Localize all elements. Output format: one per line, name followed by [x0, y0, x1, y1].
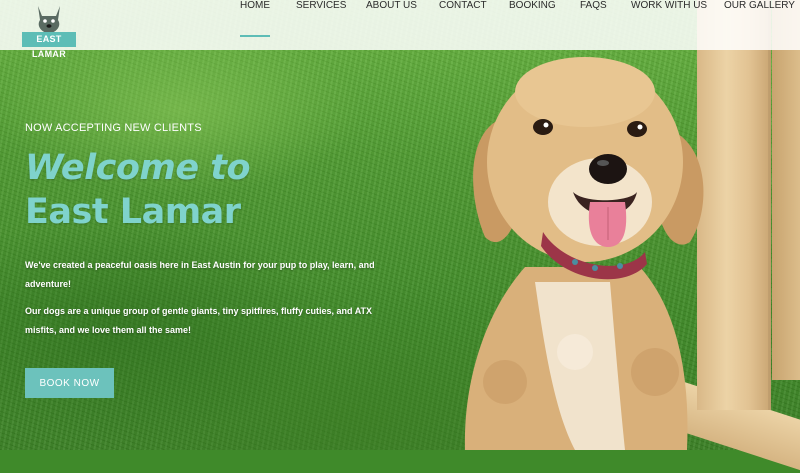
- nav-item-contact[interactable]: CONTACT: [439, 0, 487, 50]
- site-logo[interactable]: EAST LAMAR: [22, 2, 76, 59]
- nav-item-booking[interactable]: BOOKING: [509, 0, 556, 50]
- hero-headline-line1: Welcome to: [25, 148, 251, 188]
- hero-paragraph-1: We've created a peaceful oasis here in E…: [25, 260, 375, 289]
- nav-item-home[interactable]: HOME: [240, 0, 270, 50]
- dog-photo: [464, 57, 704, 450]
- hero-eyebrow: NOW ACCEPTING NEW CLIENTS: [25, 122, 202, 134]
- nav-item-our-gallery[interactable]: OUR GALLERY: [724, 0, 795, 50]
- nav-item-services[interactable]: SERVICES: [296, 0, 346, 50]
- logo-text: EAST LAMAR: [22, 32, 76, 59]
- hero-headline-line2: East Lamar: [25, 192, 241, 232]
- site-header: EAST LAMAR HOME SERVICES ABOUT US CONTAC…: [0, 0, 800, 59]
- dog-logo-icon: [38, 6, 60, 33]
- hero-paragraph-2: Our dogs are a unique group of gentle gi…: [25, 306, 373, 335]
- hero-headline: Welcome to East Lamar: [25, 146, 385, 234]
- wooden-post-back: [772, 0, 800, 380]
- book-now-button[interactable]: BOOK NOW: [25, 368, 114, 398]
- nav-item-work-with-us[interactable]: WORK WITH US: [631, 0, 707, 50]
- nav-item-about-us[interactable]: ABOUT US: [366, 0, 417, 50]
- nav-item-faqs[interactable]: FAQS: [580, 0, 607, 50]
